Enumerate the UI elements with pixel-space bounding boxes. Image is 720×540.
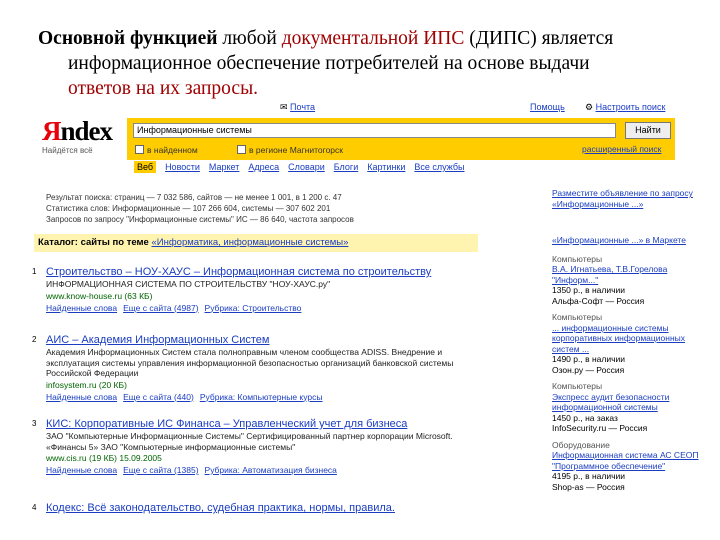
market-link[interactable]: «Информационные ...» в Маркете (552, 235, 702, 246)
tab-images[interactable]: Картинки (367, 162, 405, 172)
title-part: любой (217, 28, 282, 49)
title-bold: Основной функцией (38, 28, 218, 49)
market-offer: Компьютеры ... информационные системы ко… (552, 312, 685, 375)
logo-tagline: Найдётся всё (42, 146, 93, 155)
tab-web[interactable]: Веб (134, 161, 157, 173)
result-item: 2 АИС – Академия Информационных Систем А… (32, 334, 486, 404)
result-url[interactable]: www.know-house.ru (63 КБ) (46, 290, 486, 302)
result-title[interactable]: Строительство – НОУ-ХАУС – Информационна… (46, 266, 486, 279)
title-line-3: ответов на их запросы. (68, 78, 259, 99)
result-url[interactable]: infosystem.ru (20 КБ) (46, 379, 486, 391)
help-link[interactable]: Помощь (530, 102, 565, 112)
search-input[interactable]: Информационные системы (133, 123, 616, 138)
service-tabs: Веб Новости Маркет Адреса Словари Блоги Картин… (134, 161, 473, 173)
option-region[interactable]: в регионе Магнитогорск (237, 145, 343, 155)
title-line-2: информационное обеспечение потребителей … (68, 53, 590, 74)
market-offer: Компьютеры Экспресс аудит безопасности и… (552, 381, 670, 433)
yandex-logo[interactable]: Яndex (42, 116, 113, 147)
result-item: 4 Кодекс: Всё законодательство, судебная… (32, 502, 486, 515)
checkbox-icon[interactable] (135, 145, 144, 154)
result-title[interactable]: АИС – Академия Информационных Систем (46, 334, 486, 347)
tab-dictionaries[interactable]: Словари (288, 162, 325, 172)
title-red: документальной ИПС (281, 28, 465, 49)
advanced-search-link[interactable]: расширенный поиск (582, 144, 661, 154)
place-ad-link[interactable]: Разместите объявление по запросу «Информ… (552, 188, 702, 209)
result-title[interactable]: Кодекс: Всё законодательство, судебная п… (46, 502, 486, 515)
yandex-screenshot: ✉ Почта Помощь ⚙ Настроить поиск Яndex Н… (30, 100, 710, 540)
result-item: 1 Строительство – НОУ-ХАУС – Информацион… (32, 266, 486, 315)
market-offer: Оборудование Информационная система АС С… (552, 439, 699, 492)
tab-addresses[interactable]: Адреса (248, 162, 279, 172)
catalog-link[interactable]: «Информатика, информационные системы» (151, 237, 348, 248)
search-stats: Результат поиска: страниц — 7 032 586, с… (46, 193, 354, 224)
tab-market[interactable]: Маркет (209, 162, 239, 172)
title-part-2: (ДИПС) является (464, 28, 614, 49)
result-title[interactable]: КИС: Корпоративные ИС Финанса – Управлен… (46, 418, 486, 431)
tab-all-services[interactable]: Все службы (414, 162, 464, 172)
option-found[interactable]: в найденном (135, 145, 198, 155)
right-column: Разместите объявление по запросу «Информ… (552, 188, 702, 498)
market-offer: Компьютеры В.А. Игнатьева, Т.В.Горелова … (552, 253, 668, 306)
catalog-bar: Каталог: сайты по теме «Информатика, инф… (34, 234, 478, 252)
tab-news[interactable]: Новости (165, 162, 200, 172)
settings-link[interactable]: ⚙ Настроить поиск (585, 102, 665, 113)
mail-link[interactable]: ✉ Почта (280, 102, 315, 113)
slide-title: Основной функцией любой документальной И… (38, 26, 698, 101)
search-panel: Информационные системы Найти в найденном… (127, 118, 675, 160)
tab-blogs[interactable]: Блоги (334, 162, 358, 172)
checkbox-icon[interactable] (237, 145, 246, 154)
find-button[interactable]: Найти (625, 122, 671, 139)
result-item: 3 КИС: Корпоративные ИС Финанса – Управл… (32, 418, 486, 477)
result-url[interactable]: www.cis.ru (19 КБ) 15.09.2005 (46, 452, 486, 464)
